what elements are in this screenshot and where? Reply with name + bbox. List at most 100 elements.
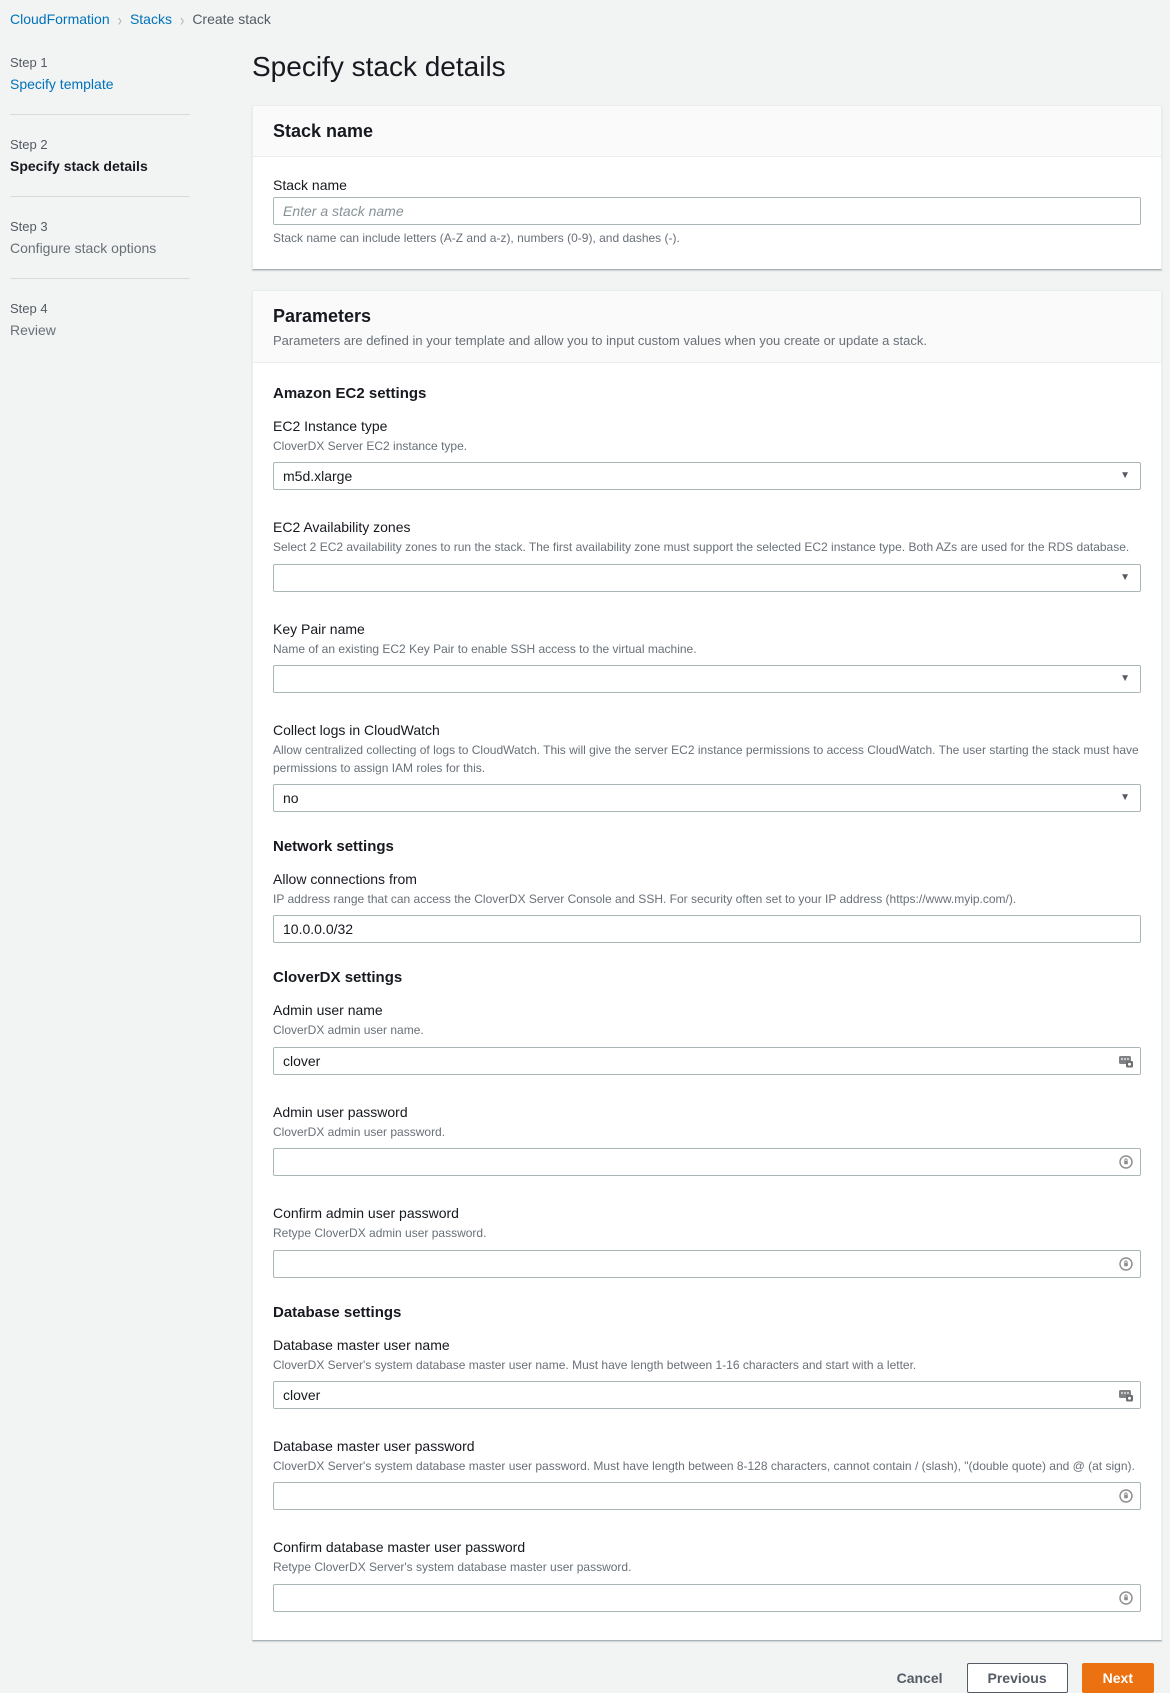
parameters-card: Parameters Parameters are defined in you… [252,290,1162,1641]
wizard-footer-actions: Cancel Previous Next [252,1661,1162,1693]
field-label: Key Pair name [273,621,1141,637]
field-label: Allow connections from [273,871,1141,887]
password-manager-autofill-icon[interactable] [1117,1052,1135,1070]
dropdown-selected-value: m5d.xlarge [283,468,352,484]
parameter-group-amazon-ec2-settings: Amazon EC2 settings EC2 Instance typeClov… [273,385,1141,812]
parameter-group-title: Network settings [273,838,1141,855]
password-generator-icon[interactable] [1117,1589,1135,1607]
password-generator-icon[interactable] [1117,1255,1135,1273]
parameters-card-body: Amazon EC2 settingsEC2 Instance typeClov… [253,363,1161,1640]
main-content: Specify stack details Stack name Stack n… [252,37,1170,1693]
parameter-group-title: Database settings [273,1304,1141,1321]
field-ec2-availability-zones: EC2 Availability zones Select 2 EC2 avail… [273,519,1141,591]
stack-name-constraint-note: Stack name can include letters (A-Z and … [273,231,1141,245]
page-title: Specify stack details [252,51,1162,83]
admin-user-name-input[interactable] [273,1047,1141,1075]
parameters-card-description: Parameters are defined in your template … [273,333,1141,348]
step-number-label: Step 2 [10,137,252,152]
stack-name-input[interactable] [273,197,1141,225]
field-control [273,1381,1141,1409]
step-title-specify-stack-details: Specify stack details [10,158,252,174]
field-confirm-database-master-user-password: Confirm database master user password Ret… [273,1539,1141,1611]
sidebar-step-1: Step 1 Specify template [10,47,252,92]
field-allow-connections-from: Allow connections from IP address range t… [273,871,1141,943]
field-label: Database master user name [273,1337,1141,1353]
create-stack-page: { "colors": { "page_background": "#f2f3f… [0,0,1170,1375]
field-help-text: Retype CloverDX Server's system database… [273,1559,1141,1576]
password-manager-autofill-icon[interactable] [1117,1386,1135,1404]
wizard-steps-sidebar: Step 1 Specify template Step 2 Specify stac… [0,37,252,338]
stack-name-card: Stack name Stack name Stack name can inc… [252,105,1162,270]
field-help-text: Name of an existing EC2 Key Pair to enab… [273,641,1141,658]
field-key-pair-name: Key Pair name Name of an existing EC2 Key… [273,621,1141,693]
field-collect-logs-in-cloudwatch: Collect logs in CloudWatchAllow centrali… [273,722,1141,812]
field-label: Confirm admin user password [273,1205,1141,1221]
next-button[interactable]: Next [1082,1663,1154,1693]
parameters-card-title: Parameters [273,306,1141,327]
step-number-label: Step 3 [10,219,252,234]
field-database-master-user-password: Database master user passwordCloverDX Se… [273,1438,1141,1510]
field-control: m5d.xlarge▼ [273,462,1141,490]
field-control [273,1250,1141,1278]
step-number-label: Step 4 [10,301,252,316]
field-help-text: Allow centralized collecting of logs to … [273,742,1141,777]
field-control: ▼ [273,665,1141,693]
step-title-specify-template[interactable]: Specify template [10,76,252,92]
field-label: Admin user password [273,1104,1141,1120]
password-generator-icon[interactable] [1117,1487,1135,1505]
field-control: no▼ [273,784,1141,812]
stack-name-card-body: Stack name Stack name can include letter… [253,157,1161,269]
stack-name-card-header: Stack name [253,106,1161,157]
field-help-text: CloverDX admin user name. [273,1022,1141,1039]
confirm-database-master-user-password-input[interactable] [273,1584,1141,1612]
field-help-text: Select 2 EC2 availability zones to run t… [273,539,1141,556]
step-number-label: Step 1 [10,55,252,70]
sidebar-step-4: Step 4Review [10,293,252,338]
breadcrumb-separator-chevron-icon: › [118,9,122,29]
breadcrumb-item-create-stack: Create stack [192,11,271,27]
field-help-text: CloverDX Server's system database master… [273,1458,1141,1475]
stack-name-card-title: Stack name [273,121,1141,142]
step-divider [10,196,190,197]
ec2-instance-type-dropdown[interactable]: m5d.xlarge▼ [273,462,1141,490]
breadcrumb-item-stacks[interactable]: Stacks [130,11,172,27]
field-label: Admin user name [273,1002,1141,1018]
field-confirm-admin-user-password: Confirm admin user password Retype Clover… [273,1205,1141,1277]
field-ec2-instance-type: EC2 Instance typeCloverDX Server EC2 ins… [273,418,1141,490]
field-admin-user-password: Admin user password CloverDX admin user p… [273,1104,1141,1176]
field-control [273,1584,1141,1612]
confirm-admin-user-password-input[interactable] [273,1250,1141,1278]
breadcrumb-item-cloudformation[interactable]: CloudFormation [10,11,110,27]
dropdown-selected-value: no [283,790,299,806]
parameter-group-database-settings: Database settings Database master user na… [273,1304,1141,1612]
step-divider [10,114,190,115]
parameter-group-network-settings: Network settings Allow connections from IP… [273,838,1141,943]
field-help-text: IP address range that can access the Clo… [273,891,1141,908]
field-help-text: CloverDX admin user password. [273,1124,1141,1141]
allow-connections-from-input[interactable] [273,915,1141,943]
dropdown-arrow-icon: ▼ [1120,674,1130,684]
previous-button[interactable]: Previous [967,1663,1068,1693]
database-master-user-password-input[interactable] [273,1482,1141,1510]
database-master-user-name-input[interactable] [273,1381,1141,1409]
field-label: EC2 Availability zones [273,519,1141,535]
key-pair-name-dropdown[interactable]: ▼ [273,665,1141,693]
password-generator-icon[interactable] [1117,1153,1135,1171]
collect-logs-in-cloudwatch-dropdown[interactable]: no▼ [273,784,1141,812]
field-control [273,915,1141,943]
breadcrumb: CloudFormation › Stacks › Create stack [0,0,1170,37]
ec2-availability-zones-dropdown[interactable]: ▼ [273,564,1141,592]
step-divider [10,278,190,279]
field-help-text: Retype CloverDX admin user password. [273,1225,1141,1242]
field-label: Confirm database master user password [273,1539,1141,1555]
parameter-group-title: Amazon EC2 settings [273,385,1141,402]
field-control [273,1482,1141,1510]
dropdown-arrow-icon: ▼ [1120,573,1130,583]
cancel-button[interactable]: Cancel [887,1664,953,1692]
field-label: EC2 Instance type [273,418,1141,434]
field-database-master-user-name: Database master user nameCloverDX Server… [273,1337,1141,1409]
admin-user-password-input[interactable] [273,1148,1141,1176]
field-admin-user-name: Admin user name CloverDX admin user name. [273,1002,1141,1074]
field-control [273,1148,1141,1176]
breadcrumb-separator-chevron-icon: › [180,9,184,29]
